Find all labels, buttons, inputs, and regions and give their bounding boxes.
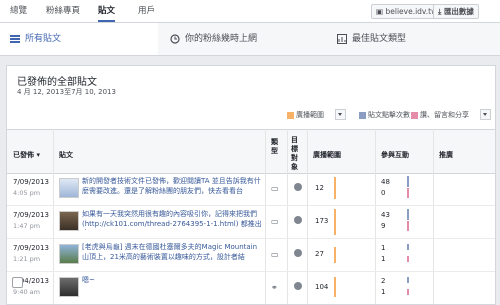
engagement-swatch bbox=[411, 111, 418, 119]
table-header: 已發佈 ▾ 貼文 類型 目標對象 廣播範圍 參與互動 推廣 bbox=[7, 129, 495, 174]
clicks-value: 48 bbox=[381, 178, 390, 186]
chart-icon bbox=[337, 33, 347, 44]
col-targeting: 目標對象 bbox=[291, 136, 298, 171]
likes-value: 1 bbox=[381, 255, 386, 263]
legend-engagement: 讚、留言和分享 bbox=[411, 110, 469, 120]
list-icon bbox=[10, 34, 20, 43]
clicks-bar bbox=[407, 244, 409, 250]
likes-bar bbox=[407, 289, 409, 295]
likes-bar bbox=[407, 256, 409, 262]
reach-swatch bbox=[287, 111, 294, 119]
reach-bar bbox=[334, 247, 336, 263]
post-text-link[interactable]: 新的開發者技術文件已發佈，歡迎閱讀TA 並且告訴我有什麼需要改進。還是了解粉絲團… bbox=[82, 177, 262, 197]
reach-dropdown[interactable] bbox=[335, 109, 346, 120]
page-url: believe.idv.tw bbox=[385, 7, 438, 16]
date-range: 4 月 12, 2013至7月 10, 2013 bbox=[17, 88, 116, 96]
post-date: 7/09/2013 bbox=[13, 178, 49, 186]
tab-overview[interactable]: 總覽 bbox=[10, 0, 27, 22]
post-time: 1:47 pm bbox=[13, 222, 41, 230]
tab-posts[interactable]: 貼文 bbox=[98, 0, 116, 22]
post-time: 1:21 pm bbox=[13, 255, 41, 263]
subtab-fans-online[interactable]: 你的粉絲幾時上網 bbox=[170, 23, 257, 55]
post-thumbnail[interactable] bbox=[59, 178, 79, 198]
globe-icon bbox=[294, 183, 302, 191]
sort-down-icon: ▾ bbox=[36, 151, 40, 159]
status-type-icon: ▭ bbox=[271, 250, 279, 259]
table-row[interactable]: 7/04/2013 9:40 am 嗯~ ⚭ 104 2 1 bbox=[7, 272, 495, 304]
reach-bar bbox=[334, 209, 336, 235]
status-type-icon: ▭ bbox=[271, 217, 279, 226]
post-date: 7/09/2013 bbox=[13, 244, 49, 252]
top-navigation: 總覽 粉絲專頁 貼文 用戶 ▣ believe.idv.tw ⤓ 匯出數據 bbox=[0, 0, 500, 23]
panel-title: 已發佈的全部貼文 bbox=[17, 77, 97, 88]
subtab-fans-online-label: 你的粉絲幾時上網 bbox=[185, 34, 258, 44]
reach-bar bbox=[334, 177, 336, 199]
globe-icon bbox=[294, 249, 302, 257]
col-type: 類型 bbox=[271, 138, 278, 155]
reach-value: 12 bbox=[315, 184, 324, 192]
post-time: 4:05 pm bbox=[13, 189, 41, 197]
post-thumbnail[interactable] bbox=[59, 277, 79, 297]
tab-users[interactable]: 用戶 bbox=[138, 0, 155, 22]
legend-clicks-label: 貼文點擊次數 bbox=[368, 111, 410, 119]
post-time: 9:40 am bbox=[13, 288, 40, 296]
table-row[interactable]: 7/09/2013 1:21 pm [老虎與烏龜] 週末在德國杜塞爾多夫的Mag… bbox=[7, 239, 495, 272]
tab-fan-page[interactable]: 粉絲專頁 bbox=[46, 0, 80, 22]
subtab-all-posts[interactable]: 所有貼文 bbox=[0, 23, 158, 55]
globe-icon bbox=[294, 216, 302, 224]
legend-clicks: 貼文點擊次數 bbox=[359, 110, 410, 120]
clicks-value: 2 bbox=[381, 277, 386, 285]
likes-value: 0 bbox=[381, 189, 386, 197]
reach-bar bbox=[334, 277, 336, 297]
likes-bar bbox=[407, 188, 409, 198]
clicks-swatch bbox=[359, 111, 366, 119]
export-label: 匯出數據 bbox=[443, 7, 474, 16]
page-url-button[interactable]: ▣ believe.idv.tw bbox=[371, 4, 443, 19]
reach-value: 27 bbox=[315, 250, 324, 258]
post-text-link[interactable]: 嗯~ bbox=[82, 276, 262, 296]
legend-reach: 廣播範圍 bbox=[287, 110, 324, 120]
col-reach: 廣播範圍 bbox=[313, 151, 341, 159]
col-engagement: 參與互動 bbox=[381, 151, 409, 159]
published-posts-panel: 已發佈的全部貼文 4 月 12, 2013至7月 10, 2013 廣播範圍 貼… bbox=[6, 65, 496, 305]
engagement-dropdown[interactable] bbox=[480, 109, 491, 120]
clicks-bar bbox=[407, 277, 409, 283]
post-thumbnail[interactable] bbox=[59, 244, 79, 264]
reach-value: 173 bbox=[315, 217, 329, 225]
likes-value: 9 bbox=[381, 222, 386, 230]
clicks-value: 1 bbox=[381, 244, 386, 252]
clicks-bar bbox=[407, 176, 409, 187]
col-post: 貼文 bbox=[59, 151, 73, 159]
subtab-best-post-types[interactable]: 最佳貼文類型 bbox=[337, 23, 406, 55]
link-type-icon: ⚭ bbox=[271, 283, 278, 292]
globe-icon bbox=[294, 282, 302, 290]
post-thumbnail[interactable] bbox=[59, 211, 79, 231]
legend-reach-label: 廣播範圍 bbox=[296, 111, 324, 119]
clock-icon bbox=[170, 33, 180, 44]
table-row[interactable]: 7/09/2013 1:47 pm 如果有一天我突然用很有趣的內容吸引你，記得來… bbox=[7, 206, 495, 239]
clicks-bar bbox=[407, 209, 409, 220]
likes-value: 1 bbox=[381, 288, 386, 296]
likes-bar bbox=[407, 221, 409, 231]
post-date: 7/09/2013 bbox=[13, 211, 49, 219]
post-text-link[interactable]: [老虎與烏龜] 週末在德國杜塞爾多夫的Magic Mountain山頂上，21米… bbox=[82, 243, 262, 263]
col-published-label: 已發佈 bbox=[13, 151, 34, 159]
table-row[interactable]: 7/09/2013 4:05 pm 新的開發者技術文件已發佈，歡迎閱讀TA 並且… bbox=[7, 173, 495, 206]
legend-engagement-label: 讚、留言和分享 bbox=[420, 111, 469, 119]
posts-subnav: 所有貼文 你的粉絲幾時上網 最佳貼文類型 bbox=[0, 23, 500, 56]
clicks-value: 43 bbox=[381, 211, 390, 219]
select-checkbox[interactable] bbox=[12, 277, 23, 288]
subtab-all-posts-label: 所有貼文 bbox=[25, 34, 62, 44]
reach-value: 104 bbox=[315, 283, 329, 291]
subtab-best-post-types-label: 最佳貼文類型 bbox=[352, 34, 407, 44]
export-data-button[interactable]: ⤓ 匯出數據 bbox=[433, 4, 479, 19]
col-promote: 推廣 bbox=[439, 151, 453, 159]
status-type-icon: ▭ bbox=[271, 184, 279, 193]
col-published[interactable]: 已發佈 ▾ bbox=[13, 150, 40, 160]
post-text-link[interactable]: 如果有一天我突然用很有趣的內容吸引你，記得來把我們 (http://ck101.… bbox=[82, 210, 262, 230]
